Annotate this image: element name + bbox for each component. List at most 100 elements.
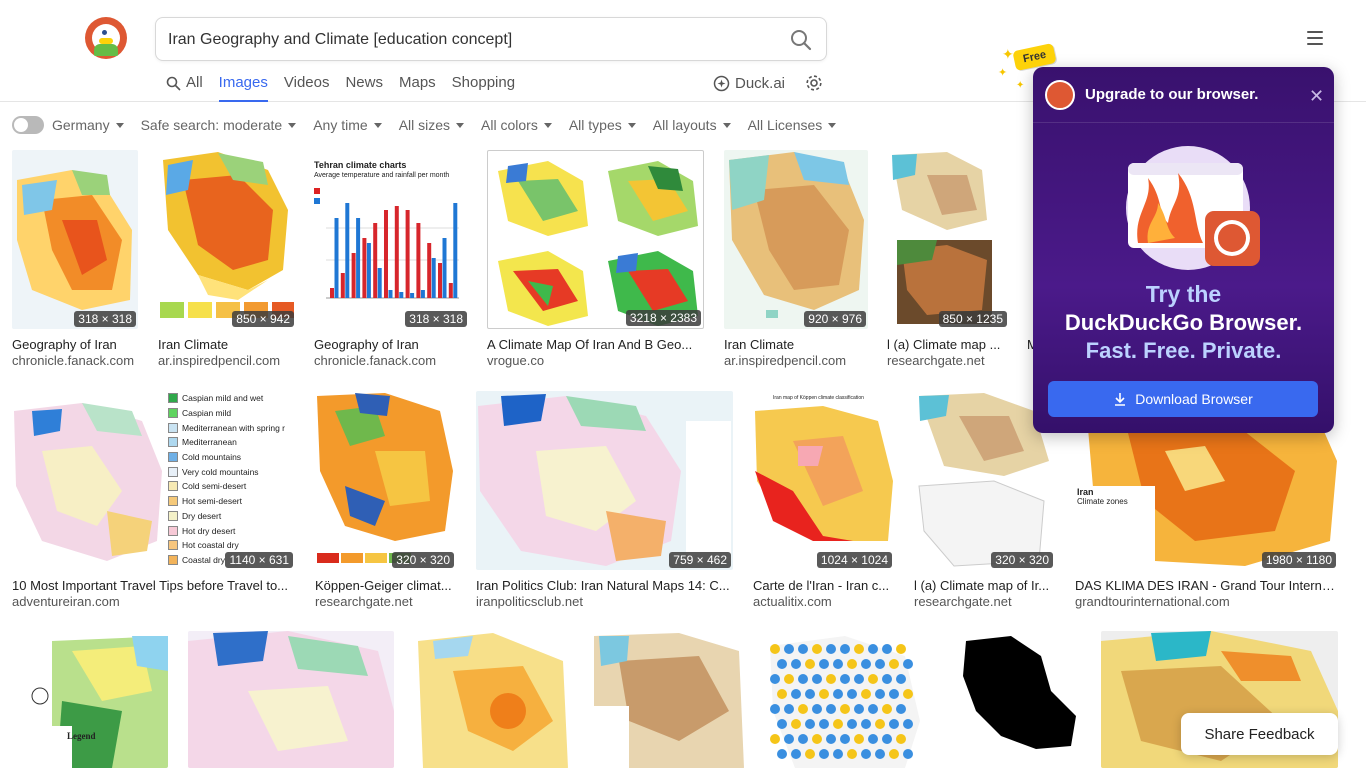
region-toggle[interactable]	[12, 116, 44, 134]
image-dimensions: 3218 × 2383	[625, 310, 701, 326]
filter-layout[interactable]: All layouts	[653, 117, 731, 133]
image-result[interactable]: 850 × 942	[158, 150, 296, 329]
legend-item: Caspian mild	[168, 406, 295, 421]
tab-all[interactable]: All	[166, 72, 203, 102]
weather-symbol	[819, 659, 829, 669]
search-icon	[166, 76, 181, 91]
promo-line-1: Try the	[1145, 281, 1222, 307]
close-icon[interactable]: ✕	[1309, 87, 1324, 105]
weather-symbol	[882, 674, 892, 684]
image-result[interactable]: 3218 × 2383	[487, 150, 704, 329]
result-caption[interactable]: Iran Climate ar.inspiredpencil.com	[724, 337, 868, 369]
sparkle-icon: ✦	[998, 67, 1008, 79]
result-thumbnail	[589, 633, 744, 768]
result-source: chronicle.fanack.com	[314, 353, 437, 368]
weather-symbol	[868, 704, 878, 714]
legend-item: Hot semi-desert	[168, 494, 295, 509]
menu-icon[interactable]	[1307, 31, 1323, 45]
result-source: actualitix.com	[753, 594, 832, 609]
result-caption[interactable]: DAS KLIMA DES IRAN - Grand Tour Interna.…	[1075, 578, 1338, 610]
temp-bar	[362, 238, 367, 298]
result-caption[interactable]: Geography of Iran chronicle.fanack.com	[314, 337, 469, 369]
search-input[interactable]	[168, 28, 768, 52]
image-result[interactable]: Legend	[12, 631, 168, 768]
tab-images[interactable]: Images	[218, 72, 268, 102]
image-result[interactable]: Caspian mild and wet Caspian mild Mediterr…	[12, 391, 295, 570]
result-source: researchgate.net	[887, 353, 985, 368]
weather-symbol	[819, 719, 829, 729]
gear-icon[interactable]	[805, 74, 823, 92]
filter-size-label: All sizes	[398, 117, 451, 133]
weather-symbol	[903, 659, 913, 669]
rain-bar	[345, 203, 350, 298]
image-dimensions: 318 × 318	[405, 311, 467, 327]
result-title: Iran Climate	[158, 337, 229, 352]
weather-symbol	[770, 644, 780, 654]
result-title: 10 Most Important Travel Tips before Tra…	[12, 578, 289, 593]
image-result[interactable]	[413, 631, 569, 768]
image-result[interactable]	[589, 631, 745, 768]
result-caption[interactable]: Carte de l'Iran - Iran c... actualitix.co…	[753, 578, 894, 610]
search-icon[interactable]	[790, 29, 812, 51]
result-caption[interactable]: Iran Climate ar.inspiredpencil.com	[158, 337, 296, 369]
result-caption[interactable]: l (a) Climate map of Ir... researchgate.n…	[914, 578, 1055, 610]
image-result[interactable]: Iran map of Köppen climate classificatio…	[753, 391, 894, 570]
tab-maps[interactable]: Maps	[399, 72, 436, 102]
result-thumbnail	[963, 636, 1076, 749]
tab-news[interactable]: News	[345, 72, 383, 102]
weather-symbol	[861, 719, 871, 729]
image-result[interactable]	[188, 631, 394, 768]
tab-shopping[interactable]: Shopping	[452, 72, 515, 102]
chevron-down-icon	[373, 122, 382, 128]
image-result[interactable]	[765, 631, 921, 768]
legend-label: Coastal dry	[182, 554, 225, 565]
result-caption[interactable]: 10 Most Important Travel Tips before Tra…	[12, 578, 295, 610]
filter-size[interactable]: All sizes	[398, 117, 465, 133]
sparkle-icon: ✦	[1002, 46, 1014, 62]
weather-symbol	[903, 749, 913, 759]
result-caption[interactable]: Geography of Iran chronicle.fanack.com	[12, 337, 138, 369]
share-feedback-button[interactable]: Share Feedback	[1181, 713, 1338, 755]
result-caption[interactable]: Iran Politics Club: Iran Natural Maps 14…	[476, 578, 733, 610]
legend-item: Very cold mountains	[168, 464, 295, 479]
legend-label: Mediterranean with spring r	[182, 422, 285, 433]
weather-symbol	[784, 734, 794, 744]
duck-ai-link[interactable]: Duck.ai	[713, 72, 785, 94]
weather-symbol	[819, 689, 829, 699]
image-result[interactable]: Tehran climate charts Average temperatur…	[314, 150, 469, 329]
result-source: chronicle.fanack.com	[12, 353, 135, 368]
legend-label: Cold mountains	[182, 452, 242, 463]
result-thumbnail	[729, 152, 864, 318]
image-result[interactable]: 759 × 462	[476, 391, 733, 570]
duckduckgo-logo[interactable]	[85, 17, 127, 59]
filter-type-label: All types	[568, 117, 622, 133]
image-result[interactable]: 920 × 976	[724, 150, 868, 329]
result-caption[interactable]: A Climate Map Of Iran And B Geo... vrogue…	[487, 337, 704, 369]
result-source: adventureiran.com	[12, 594, 120, 609]
weather-symbol	[868, 674, 878, 684]
temp-bar	[448, 283, 453, 298]
download-browser-button[interactable]: Download Browser	[1048, 381, 1318, 417]
filter-type[interactable]: All types	[569, 117, 636, 133]
result-caption[interactable]: Köppen-Geiger climat... researchgate.net	[315, 578, 456, 610]
image-result[interactable]	[941, 631, 1081, 768]
weather-symbol	[889, 659, 899, 669]
weather-symbol	[889, 749, 899, 759]
filter-safe-search[interactable]: Safe search: moderate	[141, 117, 297, 133]
filter-region[interactable]: Germany	[52, 117, 124, 133]
image-result[interactable]: 318 × 318	[12, 150, 138, 329]
result-title: l (a) Climate map ...	[887, 337, 1001, 352]
tab-videos[interactable]: Videos	[284, 72, 330, 102]
temp-bar	[427, 243, 432, 298]
image-dimensions: 850 × 1235	[938, 311, 1007, 327]
weather-symbol	[889, 719, 899, 729]
image-result[interactable]: 320 × 320	[315, 391, 456, 570]
image-result[interactable]: 850 × 1235	[887, 150, 1009, 329]
result-source: grandtourinternational.com	[1075, 594, 1230, 609]
result-caption[interactable]: l (a) Climate map ... researchgate.net	[887, 337, 1005, 369]
legend-label: Legend	[67, 731, 96, 741]
result-thumbnail	[317, 393, 453, 563]
filter-color[interactable]: All colors	[481, 117, 552, 133]
filter-license[interactable]: All Licenses	[748, 117, 837, 133]
filter-time[interactable]: Any time	[313, 117, 382, 133]
